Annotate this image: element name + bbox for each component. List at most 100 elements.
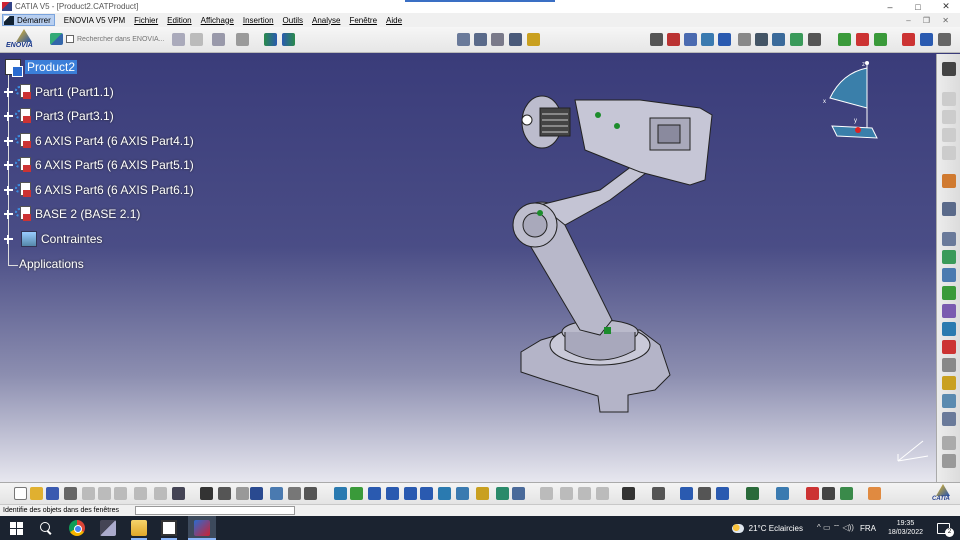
enovia-connect-icon[interactable] — [212, 33, 225, 46]
update-all-icon[interactable] — [746, 487, 759, 500]
flag-compare-icon[interactable] — [282, 33, 295, 46]
redo-icon[interactable] — [154, 487, 167, 500]
tree-item-contraintes[interactable]: Contraintes — [4, 230, 102, 248]
command-input[interactable] — [134, 506, 295, 515]
snap-icon[interactable] — [509, 33, 522, 46]
law-icon[interactable] — [236, 487, 249, 500]
menu-analyse[interactable]: Analyse — [312, 16, 340, 25]
tree-item-product2[interactable]: Product2 — [3, 58, 78, 77]
parameters-icon[interactable] — [288, 487, 301, 500]
tree-item-6axis-part5[interactable]: 6 AXIS Part5 (6 AXIS Part5.1) — [4, 156, 194, 174]
rules-icon[interactable] — [304, 487, 317, 500]
axis-tool-icon[interactable] — [942, 436, 956, 450]
assembly-constraint-icon[interactable] — [457, 33, 470, 46]
existing-component-icon[interactable] — [920, 33, 933, 46]
select-arrow-icon[interactable] — [942, 174, 956, 188]
copy-icon[interactable] — [98, 487, 111, 500]
enovia-search-input[interactable] — [77, 33, 177, 45]
camera-icon[interactable] — [622, 487, 635, 500]
enovia-logo[interactable]: ENOVIA — [6, 29, 44, 51]
print-icon[interactable] — [64, 487, 77, 500]
search-icon[interactable] — [50, 33, 63, 45]
close-button[interactable]: ✕ — [932, 1, 960, 12]
bill-of-material-icon[interactable] — [942, 412, 956, 426]
new-part-icon[interactable] — [902, 33, 915, 46]
catalog-icon[interactable] — [942, 202, 956, 216]
tree-item-6axis-part4[interactable]: 6 AXIS Part4 (6 AXIS Part4.1) — [4, 132, 194, 150]
normal-view-icon[interactable] — [438, 487, 451, 500]
comment-icon[interactable] — [218, 487, 231, 500]
insert-component-icon[interactable] — [942, 250, 956, 264]
flag-navigate-icon[interactable] — [264, 33, 277, 46]
app-icon[interactable] — [100, 520, 116, 536]
distance-band-icon[interactable] — [716, 487, 729, 500]
scene-icon[interactable] — [808, 33, 821, 46]
menu-enovia[interactable]: ENOVIA V5 VPM — [64, 16, 125, 25]
windows-start-icon[interactable] — [10, 522, 23, 535]
pan-icon[interactable] — [368, 487, 381, 500]
knowledge-icon[interactable] — [270, 487, 283, 500]
product-icon[interactable] — [856, 33, 869, 46]
language-indicator[interactable]: FRA — [860, 524, 876, 533]
annotation-tool-icon[interactable] — [942, 376, 956, 390]
clash-analysis-icon[interactable] — [680, 487, 693, 500]
publish-icon[interactable] — [942, 340, 956, 354]
expand-icon[interactable] — [4, 136, 13, 146]
multi-instantiate-icon[interactable] — [942, 304, 956, 318]
inertia-icon[interactable] — [755, 33, 768, 46]
link-icon[interactable] — [650, 33, 663, 46]
shading-icon[interactable] — [476, 487, 489, 500]
move-component-icon[interactable] — [942, 286, 956, 300]
distance-icon[interactable] — [718, 33, 731, 46]
section-icon[interactable] — [684, 33, 697, 46]
menu-insertion[interactable]: Insertion — [243, 16, 274, 25]
apply-material-icon[interactable] — [822, 487, 835, 500]
replace-icon[interactable] — [942, 358, 956, 372]
taskbar-search-icon[interactable] — [38, 520, 54, 536]
clash-icon[interactable] — [701, 33, 714, 46]
search-options-icon[interactable] — [172, 33, 185, 46]
expand-icon[interactable] — [4, 234, 13, 244]
menu-edition[interactable]: Edition — [167, 16, 191, 25]
new-file-icon[interactable] — [14, 487, 27, 500]
search-checkbox[interactable] — [66, 35, 74, 43]
rotate-icon[interactable] — [386, 487, 399, 500]
clock[interactable]: 19:35 18/03/2022 — [888, 519, 923, 537]
swap-visible-icon[interactable] — [512, 487, 525, 500]
fly-mode-icon[interactable] — [334, 487, 347, 500]
replace-component-icon[interactable] — [938, 33, 951, 46]
lightbulb-icon[interactable] — [527, 33, 540, 46]
maximize-button[interactable]: □ — [904, 2, 932, 12]
expand-icon[interactable] — [4, 160, 13, 170]
hide-show-icon[interactable] — [496, 487, 509, 500]
scenes-icon[interactable] — [942, 394, 956, 408]
text-tool-icon[interactable] — [942, 454, 956, 468]
cut-icon[interactable] — [82, 487, 95, 500]
whats-this-icon[interactable] — [172, 487, 185, 500]
reorder-icon[interactable] — [942, 322, 956, 336]
measure-icon[interactable] — [738, 33, 751, 46]
explode-icon[interactable] — [838, 33, 851, 46]
tree-item-part1[interactable]: Part1 (Part1.1) — [4, 83, 114, 101]
chrome-icon[interactable] — [69, 520, 85, 536]
annotation-icon[interactable] — [772, 33, 785, 46]
iso-view-icon[interactable] — [456, 487, 469, 500]
zoom-in-icon[interactable] — [404, 487, 417, 500]
document-window-controls[interactable]: – ❐ ✕ — [906, 16, 954, 25]
catia-logo[interactable]: CATIA — [930, 484, 958, 504]
cleanup-icon[interactable] — [776, 487, 789, 500]
paste-icon[interactable] — [114, 487, 127, 500]
material-icon[interactable] — [806, 487, 819, 500]
fit-all-icon[interactable] — [350, 487, 363, 500]
compass-widget[interactable]: z x y — [822, 58, 882, 148]
expand-icon[interactable] — [4, 111, 13, 121]
minimize-button[interactable]: – — [876, 2, 904, 12]
formula-icon[interactable] — [200, 487, 213, 500]
zoom-out-icon[interactable] — [420, 487, 433, 500]
expand-icon[interactable] — [4, 185, 13, 195]
update-icon[interactable] — [790, 33, 803, 46]
tree-item-applications[interactable]: Applications — [19, 255, 84, 273]
save-icon[interactable] — [46, 487, 59, 500]
file-explorer-icon[interactable] — [131, 520, 147, 536]
component-icon[interactable] — [874, 33, 887, 46]
